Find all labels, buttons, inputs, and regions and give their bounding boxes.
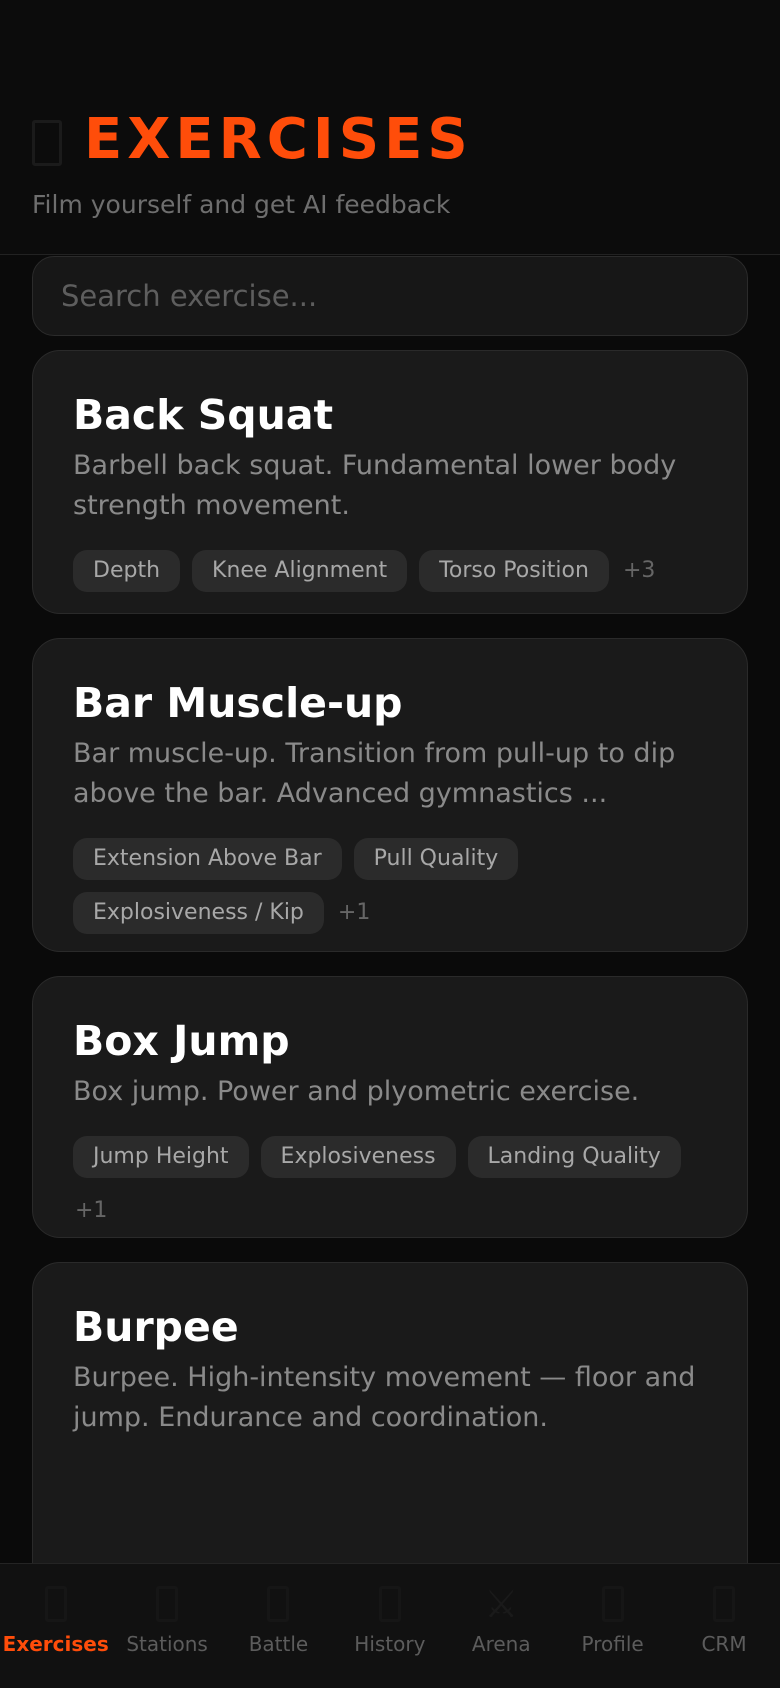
tag: Knee Alignment [192, 550, 408, 593]
exercise-card-box-jump[interactable]: Box Jump Box jump. Power and plyometric … [32, 976, 748, 1238]
swords-icon: ⚔ [484, 1582, 519, 1626]
exercise-title: Box Jump [73, 1017, 290, 1065]
battle-icon [267, 1586, 290, 1622]
exercise-title: Bar Muscle-up [73, 679, 403, 727]
nav-item-stations[interactable]: Stations [111, 1564, 222, 1688]
tag-list: Depth Knee Alignment Torso Position +3 [73, 550, 707, 593]
tag: Explosiveness [260, 1136, 456, 1179]
page-title: EXERCISES [84, 107, 473, 172]
exercise-description: Box jump. Power and plyometric exercise. [73, 1076, 640, 1108]
nav-item-arena[interactable]: ⚔ Arena [446, 1564, 557, 1688]
exercise-card-burpee[interactable]: Burpee Burpee. High-intensity movement —… [32, 1262, 748, 1592]
more-tags-count: +1 [75, 1198, 108, 1224]
document-icon [32, 120, 62, 166]
search-input[interactable] [32, 256, 748, 336]
nav-label: Profile [581, 1632, 644, 1656]
nav-label: Arena [471, 1632, 531, 1656]
tag: Landing Quality [467, 1136, 681, 1179]
nav-label: Battle [248, 1632, 309, 1656]
bottom-nav: Exercises Stations Battle History ⚔ Aren… [0, 1563, 780, 1688]
page-header: EXERCISES Film yourself and get AI feedb… [0, 0, 780, 255]
page-subtitle: Film yourself and get AI feedback [32, 190, 451, 219]
tag-list: Extension Above Bar Pull Quality Explosi… [73, 838, 707, 935]
exercise-description: Bar muscle-up. Transition from pull-up t… [73, 738, 676, 810]
tag: Depth [73, 550, 181, 593]
exercise-title: Back Squat [73, 391, 334, 439]
nav-label: Exercises [2, 1632, 109, 1656]
nav-label: Stations [126, 1632, 208, 1656]
nav-label: CRM [701, 1632, 747, 1656]
tag: Pull Quality [353, 838, 519, 881]
exercises-icon [44, 1586, 67, 1622]
exercise-description: Barbell back squat. Fundamental lower bo… [73, 450, 677, 522]
tag: Extension Above Bar [73, 838, 342, 881]
title-row: EXERCISES [32, 112, 473, 168]
nav-item-battle[interactable]: Battle [223, 1564, 334, 1688]
exercise-description: Burpee. High-intensity movement — floor … [73, 1362, 696, 1434]
exercise-title: Burpee [73, 1303, 239, 1351]
exercise-card-back-squat[interactable]: Back Squat Barbell back squat. Fundament… [32, 350, 748, 614]
nav-label: History [354, 1632, 426, 1656]
tag: Explosiveness / Kip [73, 892, 324, 935]
nav-item-exercises[interactable]: Exercises [0, 1564, 111, 1688]
stations-icon [156, 1586, 179, 1622]
more-tags-count: +3 [622, 558, 656, 584]
nav-item-profile[interactable]: Profile [557, 1564, 668, 1688]
tag: Jump Height [73, 1136, 249, 1179]
exercise-card-bar-muscle-up[interactable]: Bar Muscle-up Bar muscle-up. Transition … [32, 638, 748, 952]
history-icon [378, 1586, 401, 1622]
nav-item-history[interactable]: History [334, 1564, 445, 1688]
crm-icon [713, 1586, 736, 1622]
tag-list: Jump Height Explosiveness Landing Qualit… [73, 1136, 707, 1232]
nav-item-crm[interactable]: CRM [668, 1564, 779, 1688]
app-screen: EXERCISES Film yourself and get AI feedb… [0, 0, 780, 1688]
tag: Torso Position [419, 550, 609, 593]
more-tags-count: +1 [337, 900, 371, 926]
profile-icon [601, 1586, 624, 1622]
